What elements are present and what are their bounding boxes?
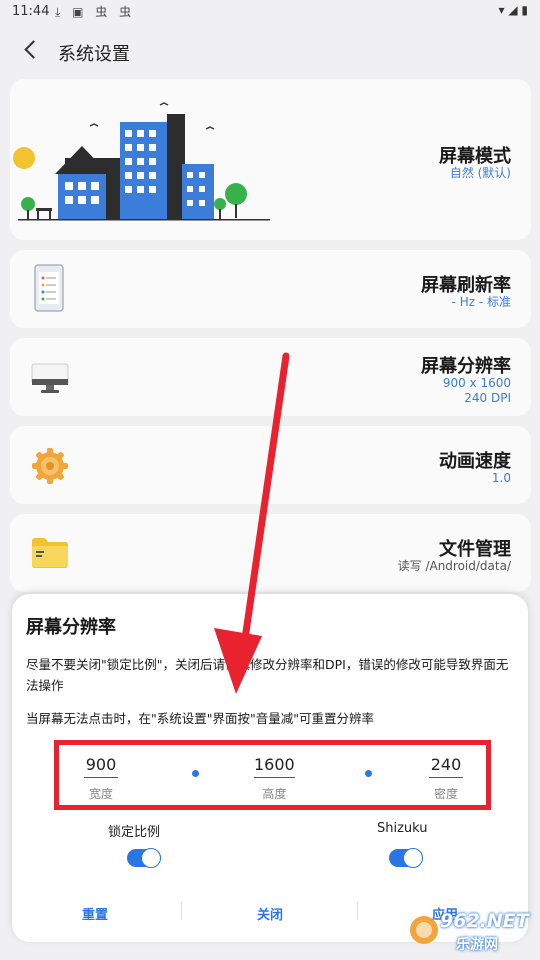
watermark-text: 962.NET <box>440 910 529 932</box>
card-subtitle: 240 DPI <box>464 391 511 405</box>
height-label: 高度 <box>262 787 287 801</box>
dialog-hint-text: 当屏幕无法点击时，在"系统设置"界面按"音量减"可重置分辨率 <box>26 711 374 726</box>
resolution-dialog: 屏幕分辨率 尽量不要关闭"锁定比例"，关闭后请谨慎修改分辨率和DPI，错误的修改… <box>12 594 528 942</box>
annotation-highlight-box: 900 宽度 1600 高度 240 密度 <box>54 740 491 810</box>
status-time: 11:44 <box>12 4 50 19</box>
watermark-logo: 962.NET 乐游网 <box>406 908 534 956</box>
lock-ratio-toggle[interactable] <box>127 848 161 868</box>
height-field[interactable]: 1600 高度 <box>254 755 295 802</box>
height-input[interactable]: 1600 <box>254 755 295 778</box>
page-title: 系统设置 <box>58 44 130 65</box>
separator-dot <box>365 770 372 777</box>
card-subtitle: 读写 /Android/data/ <box>397 559 511 573</box>
density-field[interactable]: 240 密度 <box>429 755 463 802</box>
card-title: 文件管理 <box>439 539 511 560</box>
card-title: 屏幕模式 <box>439 146 511 167</box>
phone-screen-icon <box>34 264 64 312</box>
button-divider <box>357 902 358 920</box>
separator-dot <box>192 770 199 777</box>
dialog-title: 屏幕分辨率 <box>26 617 116 638</box>
watermark-subtext: 乐游网 <box>456 937 498 953</box>
card-animation-speed[interactable]: 动画速度 1.0 <box>10 426 531 504</box>
card-subtitle: - Hz - 标准 <box>451 295 511 309</box>
card-subtitle: 900 x 1600 <box>442 376 511 390</box>
system-status-icons: ▾ ◢ ▮ <box>498 3 528 17</box>
status-bar: 11:44 ⤓ ▣ 虫 虫 ▾ ◢ ▮ <box>0 0 540 24</box>
app-bar: 系统设置 <box>0 28 540 74</box>
back-arrow-icon[interactable] <box>20 38 44 62</box>
card-subtitle: 自然 (默认) <box>449 166 511 180</box>
card-resolution[interactable]: 屏幕分辨率 900 x 1600 240 DPI <box>10 338 531 416</box>
width-label: 宽度 <box>88 787 113 801</box>
density-input[interactable]: 240 <box>429 755 463 778</box>
lock-ratio-label: 锁定比例 <box>108 825 161 840</box>
card-file-management[interactable]: 文件管理 读写 /Android/data/ <box>10 514 531 592</box>
close-button[interactable]: 关闭 <box>257 904 283 923</box>
card-screen-mode[interactable]: 屏幕模式 自然 (默认) <box>10 79 531 240</box>
card-title: 屏幕刷新率 <box>421 275 511 296</box>
folder-icon <box>32 538 68 568</box>
city-illustration-icon <box>13 102 270 221</box>
card-title: 动画速度 <box>439 451 511 472</box>
card-title: 屏幕分辨率 <box>421 356 511 377</box>
shizuku-toggle[interactable] <box>389 848 423 868</box>
width-input[interactable]: 900 <box>84 755 118 778</box>
density-label: 密度 <box>433 787 458 801</box>
width-field[interactable]: 900 宽度 <box>84 755 118 802</box>
card-subtitle: 1.0 <box>491 471 511 485</box>
reset-button[interactable]: 重置 <box>82 904 108 923</box>
monitor-icon <box>31 363 69 393</box>
gear-icon <box>32 448 68 484</box>
button-divider <box>181 902 182 920</box>
card-refresh-rate[interactable]: 屏幕刷新率 - Hz - 标准 <box>10 250 531 328</box>
dialog-warning-text: 尽量不要关闭"锁定比例"，关闭后请谨慎修改分辨率和DPI，错误的修改可能导致界面… <box>26 657 509 693</box>
notification-icons: ⤓ ▣ 虫 虫 <box>55 5 136 19</box>
shizuku-label: Shizuku <box>377 821 428 836</box>
